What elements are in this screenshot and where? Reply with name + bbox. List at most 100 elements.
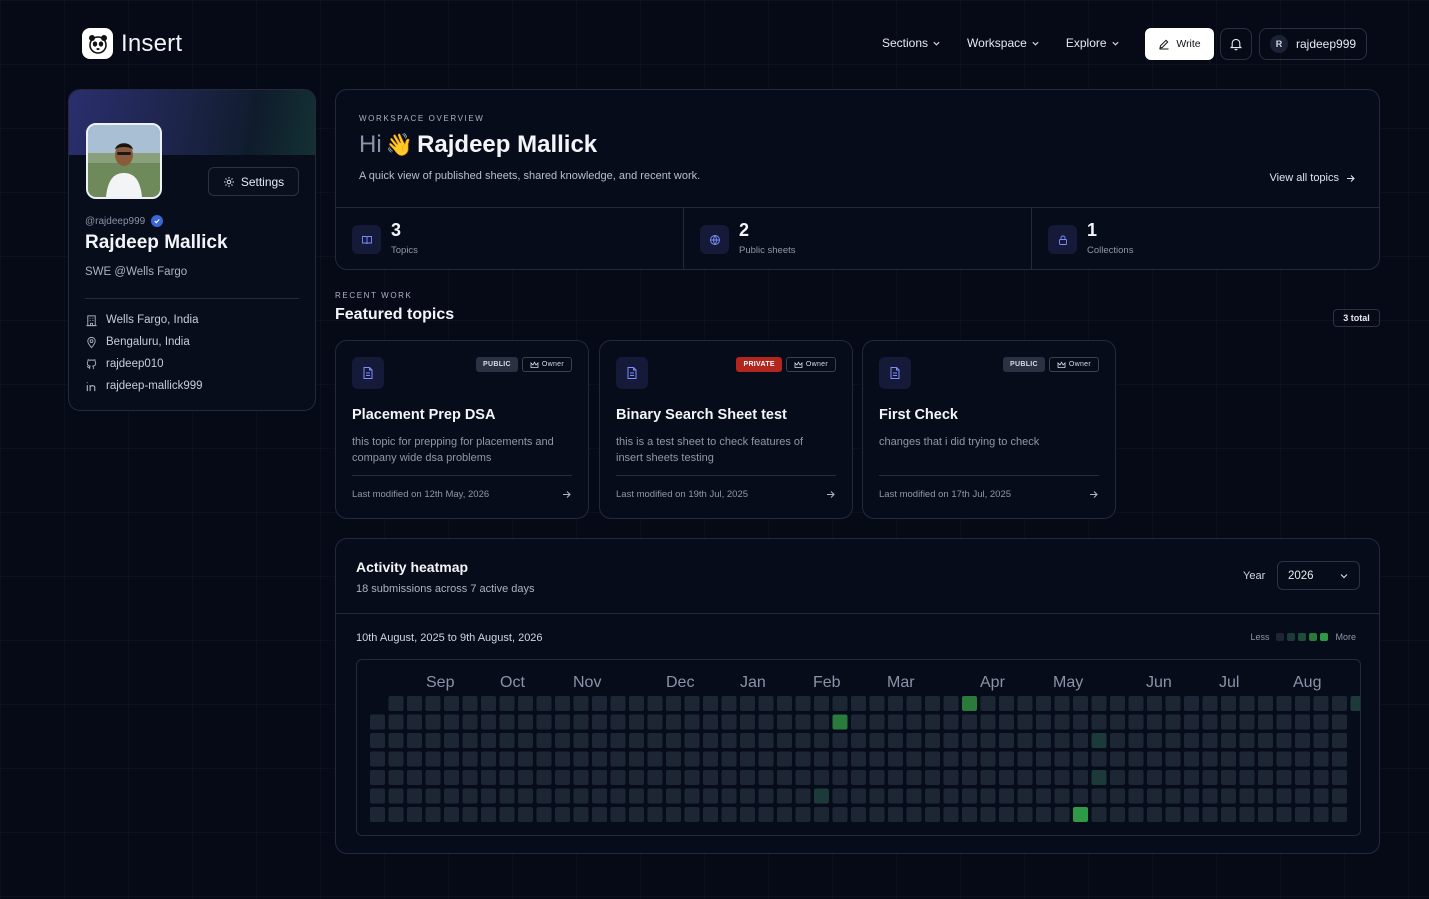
arrow-right-icon[interactable] [561,489,572,500]
heatmap-cell[interactable] [1054,696,1070,711]
heatmap-cell[interactable] [592,751,607,767]
heatmap-cell[interactable] [869,751,885,767]
heatmap-cell[interactable] [536,807,552,822]
heatmap-cell[interactable] [1221,751,1236,767]
heatmap-cell[interactable] [1276,788,1292,804]
heatmap-cell[interactable] [629,696,644,711]
heatmap-cell[interactable] [1313,751,1329,767]
heatmap-cell[interactable] [1202,807,1218,822]
heatmap-cell[interactable] [1128,751,1144,767]
heatmap-cell[interactable] [518,807,533,822]
heatmap-cell[interactable] [869,733,885,748]
heatmap-cell[interactable] [1110,788,1125,804]
heatmap-cell[interactable] [777,788,792,804]
heatmap-cell[interactable] [1147,733,1162,748]
heatmap-cell[interactable] [388,751,404,767]
topic-card[interactable]: PRIVATE Owner Binary Search Sheet test t… [599,340,853,519]
heatmap-cell[interactable] [407,714,422,730]
heatmap-cell[interactable] [999,696,1014,711]
heatmap-cell[interactable] [758,733,774,748]
heatmap-cell[interactable] [629,751,644,767]
heatmap-cell[interactable] [869,714,885,730]
heatmap-cell[interactable] [1091,714,1107,730]
heatmap-cell[interactable] [425,770,441,785]
heatmap-cell[interactable] [592,733,607,748]
topic-card[interactable]: PUBLIC Owner First Check changes that i … [862,340,1116,519]
heatmap-cell[interactable] [407,770,422,785]
heatmap-cell[interactable] [1295,733,1310,748]
heatmap-cell[interactable] [943,807,959,822]
heatmap-cell[interactable] [444,807,459,822]
heatmap-cell[interactable] [814,714,829,730]
heatmap-cell[interactable] [980,788,996,804]
heatmap-cell[interactable] [1239,770,1255,785]
heatmap-cell[interactable] [425,714,441,730]
heatmap-cell[interactable] [555,770,570,785]
heatmap-cell[interactable] [1184,807,1199,822]
heatmap-cell[interactable] [1054,807,1070,822]
heatmap-cell[interactable] [1036,751,1051,767]
heatmap-cell[interactable] [647,807,663,822]
heatmap-cell[interactable] [1036,807,1051,822]
heatmap-cell[interactable] [610,696,626,711]
heatmap-cell[interactable] [518,696,533,711]
heatmap-cell[interactable] [1091,788,1107,804]
heatmap-cell[interactable] [1202,696,1218,711]
heatmap-cell[interactable] [629,733,644,748]
heatmap-cell[interactable] [1017,733,1033,748]
heatmap-cell[interactable] [1147,807,1162,822]
heatmap-cell[interactable] [1184,788,1199,804]
heatmap-cell[interactable] [370,788,385,804]
heatmap-cell[interactable] [851,770,866,785]
write-button[interactable]: Write [1145,28,1214,60]
heatmap-cell[interactable] [444,714,459,730]
heatmap-cell[interactable] [1110,770,1125,785]
heatmap-cell[interactable] [444,733,459,748]
heatmap-cell[interactable] [518,714,533,730]
heatmap-cell[interactable] [1313,714,1329,730]
heatmap-cell[interactable] [1147,770,1162,785]
heatmap-cell[interactable] [740,733,755,748]
nav-workspace[interactable]: Workspace [967,36,1040,50]
heatmap-cell[interactable] [425,696,441,711]
heatmap-cell[interactable] [610,714,626,730]
heatmap-cell[interactable] [795,733,811,748]
heatmap-cell[interactable] [721,751,737,767]
heatmap-cell[interactable] [1258,733,1273,748]
heatmap-cell[interactable] [1221,696,1236,711]
heatmap-cell[interactable] [925,696,940,711]
heatmap-cell[interactable] [906,696,922,711]
heatmap-cell[interactable] [481,807,496,822]
heatmap-cell[interactable] [1036,714,1051,730]
heatmap-cell[interactable] [721,714,737,730]
heatmap-cell[interactable] [1036,788,1051,804]
heatmap-cell[interactable] [1239,751,1255,767]
heatmap-cell[interactable] [499,751,515,767]
heatmap-cell[interactable] [1295,696,1310,711]
heatmap-cell[interactable] [906,751,922,767]
heatmap-cell[interactable] [962,788,977,804]
heatmap-cell[interactable] [999,807,1014,822]
heatmap-cell[interactable] [1054,770,1070,785]
arrow-right-icon[interactable] [825,489,836,500]
heatmap-cell[interactable] [388,733,404,748]
heatmap-cell[interactable] [814,696,829,711]
heatmap-cell[interactable] [943,788,959,804]
heatmap-cell[interactable] [721,770,737,785]
heatmap-cell[interactable] [444,696,459,711]
heatmap-cell[interactable] [1128,696,1144,711]
heatmap-cell[interactable] [1239,788,1255,804]
heatmap-cell[interactable] [462,788,478,804]
heatmap-cell[interactable] [518,788,533,804]
heatmap-cell[interactable] [1295,770,1310,785]
heatmap-cell[interactable] [666,696,681,711]
heatmap-cell[interactable] [1276,696,1292,711]
heatmap-cell[interactable] [1258,751,1273,767]
heatmap-cell[interactable] [777,807,792,822]
heatmap-cell[interactable] [721,788,737,804]
heatmap-cell[interactable] [962,807,977,822]
heatmap-cell[interactable] [592,696,607,711]
heatmap-cell-active[interactable] [1073,807,1088,822]
heatmap-cell[interactable] [851,751,866,767]
heatmap-cell[interactable] [555,714,570,730]
